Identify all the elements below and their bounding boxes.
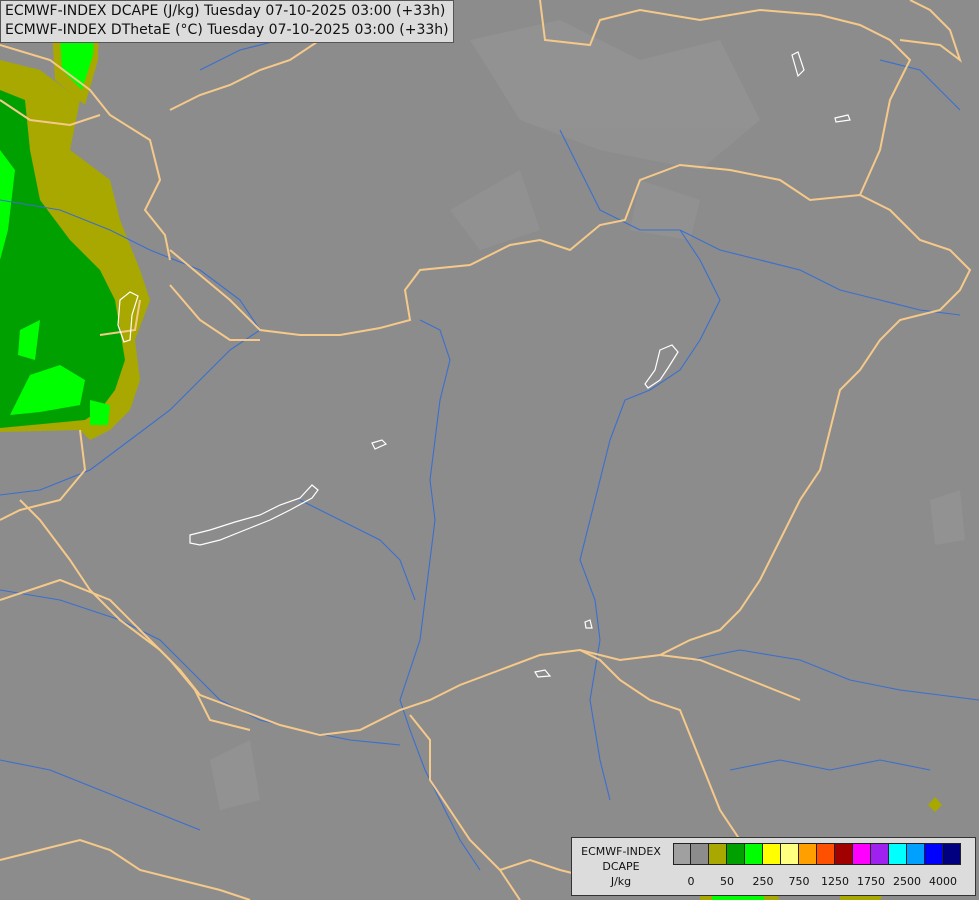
- legend-swatch: [871, 843, 889, 865]
- legend-variable: DCAPE: [602, 860, 640, 873]
- map-title-box: ECMWF-INDEX DCAPE (J/kg) Tuesday 07-10-2…: [0, 0, 454, 43]
- legend-unit: J/kg: [610, 875, 632, 888]
- title-dthetae: ECMWF-INDEX DThetaE (°C) Tuesday 07-10-2…: [5, 22, 449, 38]
- legend-swatch: [943, 843, 961, 865]
- legend-swatch: [709, 843, 727, 865]
- legend-swatch: [817, 843, 835, 865]
- legend-swatch: [853, 843, 871, 865]
- legend-tick-label: 250: [752, 875, 774, 888]
- legend-swatch: [799, 843, 817, 865]
- dcape-map: [0, 0, 979, 900]
- legend-model: ECMWF-INDEX: [581, 845, 661, 858]
- legend-swatch: [889, 843, 907, 865]
- legend-tick-label: 2500: [893, 875, 921, 888]
- legend-swatch: [763, 843, 781, 865]
- legend-tick-label: 50: [720, 875, 734, 888]
- colorbar-legend: ECMWF-INDEX DCAPE J/kg 0 50 250 750 1250 1750…: [571, 837, 976, 896]
- title-dcape: ECMWF-INDEX DCAPE (J/kg) Tuesday 07-10-2…: [5, 3, 446, 19]
- legend-swatch: [835, 843, 853, 865]
- legend-tick-label: 1250: [821, 875, 849, 888]
- legend-swatch: [691, 843, 709, 865]
- legend-ticks: 0 50 250 750 1250 1750 2500 4000: [673, 875, 963, 889]
- legend-swatch: [745, 843, 763, 865]
- legend-swatch: [727, 843, 745, 865]
- legend-tick-label: 1750: [857, 875, 885, 888]
- legend-swatch: [907, 843, 925, 865]
- legend-swatch: [673, 843, 691, 865]
- legend-tick-label: 750: [788, 875, 810, 888]
- legend-label: ECMWF-INDEX DCAPE J/kg: [574, 844, 668, 889]
- legend-swatch: [925, 843, 943, 865]
- legend-tick-label: 0: [687, 875, 695, 888]
- legend-tick-label: 4000: [929, 875, 957, 888]
- legend-swatch: [781, 843, 799, 865]
- legend-swatches: [673, 843, 961, 865]
